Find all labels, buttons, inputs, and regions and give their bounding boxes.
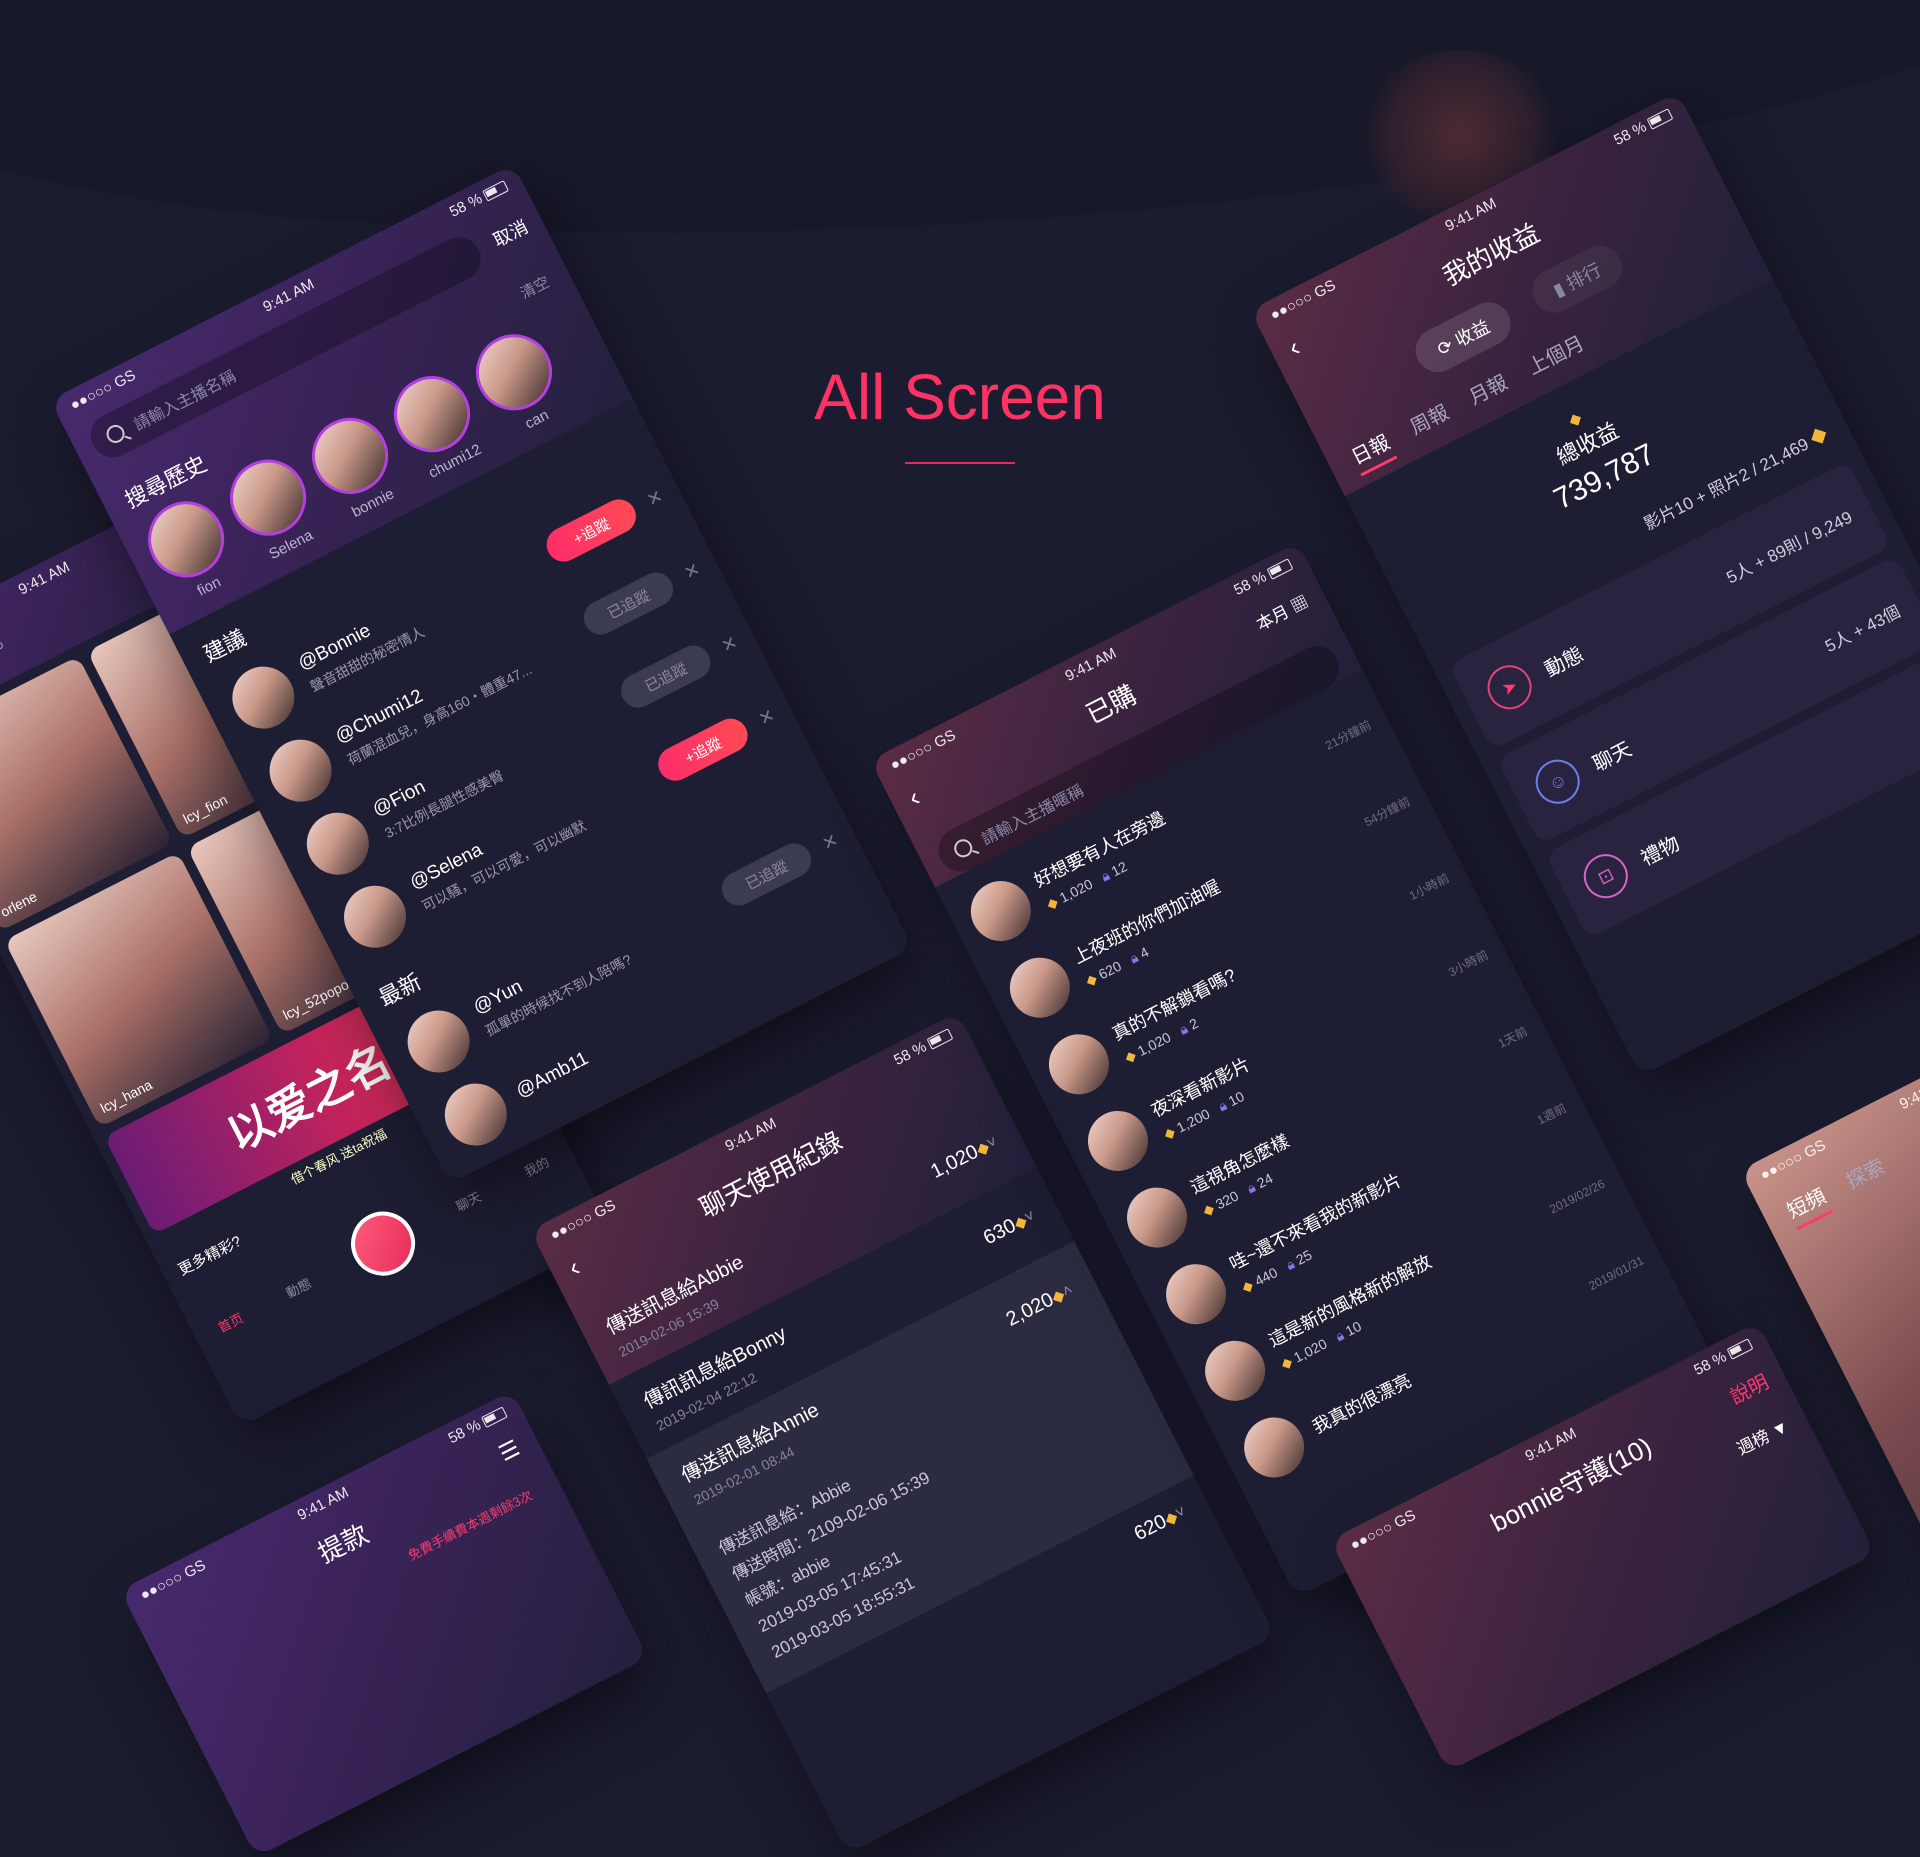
avatar [1194, 1330, 1276, 1412]
avatar [999, 947, 1081, 1029]
coin-icon: ◆ [1277, 1352, 1295, 1372]
gift-icon: ⊡ [1576, 846, 1636, 906]
coin-icon: ◆ [1238, 1276, 1256, 1296]
tab-me[interactable]: 我的 [520, 1151, 552, 1180]
close-icon[interactable]: ✕ [718, 631, 741, 657]
avatar [258, 728, 343, 813]
avatar [434, 1072, 518, 1157]
back-icon[interactable]: ‹ [1283, 332, 1305, 364]
tab-feed[interactable]: 動態 [282, 1273, 314, 1302]
close-icon[interactable]: ✕ [819, 829, 842, 855]
back-icon[interactable]: ‹ [563, 1252, 585, 1284]
close-icon[interactable]: ✕ [681, 558, 704, 584]
tab-daily[interactable]: 日報 [1345, 426, 1398, 477]
avatar [396, 999, 481, 1084]
tab-home[interactable]: 首页 [214, 1307, 246, 1336]
close-icon[interactable]: ✕ [643, 485, 666, 511]
coin-icon: ◆ [1160, 1122, 1178, 1142]
back-icon[interactable]: ‹ [903, 782, 925, 814]
followed-button[interactable]: 已追蹤 [715, 837, 817, 912]
filter-icon: ▼ [1768, 1416, 1793, 1442]
avatar [1233, 1407, 1315, 1488]
search-icon [951, 836, 976, 861]
send-icon: ➤ [1479, 657, 1540, 717]
avatar [221, 655, 306, 740]
clear-button[interactable]: 清空 [516, 261, 572, 303]
follow-button[interactable]: +追蹤 [540, 493, 642, 568]
tab-monthly[interactable]: 月報 [1463, 366, 1515, 416]
withdraw-title: 提款 ☰ [313, 1434, 524, 1569]
help-link[interactable]: 說明 [1724, 1366, 1773, 1410]
avatar [1116, 1177, 1198, 1258]
avatar [333, 875, 417, 959]
avatar [960, 870, 1042, 952]
avatar [1077, 1100, 1159, 1182]
withdraw-header: ●●○○○ GS 9:41 AM 58 % 提款 ☰ 免費手續費本週剩餘3次 [120, 1390, 649, 1857]
coin-icon: ◆ [1199, 1199, 1217, 1219]
headline-title: All Screen [814, 361, 1106, 433]
list-icon[interactable]: ☰ [495, 1435, 524, 1467]
avatar [1038, 1023, 1120, 1105]
search-icon [103, 421, 128, 447]
follow-button[interactable]: +追蹤 [652, 712, 754, 787]
coin-icon: ◆ [1082, 969, 1100, 989]
followed-button[interactable]: 已追蹤 [577, 566, 679, 641]
headline: All Screen [760, 360, 1160, 464]
headline-underline [905, 462, 1015, 464]
coin-icon: ◆ [1043, 892, 1061, 913]
calendar-icon: ▦ [1287, 592, 1312, 617]
coin-icon: ◆ [1121, 1046, 1139, 1066]
cancel-button[interactable]: 取消 [488, 206, 546, 253]
followed-button[interactable]: 已追蹤 [615, 639, 717, 714]
tab-short-video[interactable]: 短頻 [1781, 1180, 1834, 1231]
chat-icon: ☺ [1528, 752, 1588, 812]
month-filter[interactable]: 本月 ▦ [1251, 588, 1312, 636]
search-icon[interactable]: ⌕ [0, 633, 16, 670]
tab-explore[interactable]: 探索 [1840, 1150, 1892, 1200]
tab-weekly[interactable]: 周報 [1404, 396, 1456, 446]
refresh-icon: ⟳ [1434, 335, 1457, 360]
withdraw-screen: ●●○○○ GS 9:41 AM 58 % 提款 ☰ 免費手續費本週剩餘3次 [120, 1390, 649, 1857]
avatar [296, 802, 380, 886]
close-icon[interactable]: ✕ [755, 704, 778, 730]
avatar [1155, 1253, 1237, 1335]
tab-chat[interactable]: 聊天 [452, 1186, 484, 1215]
record-button[interactable] [339, 1200, 427, 1287]
